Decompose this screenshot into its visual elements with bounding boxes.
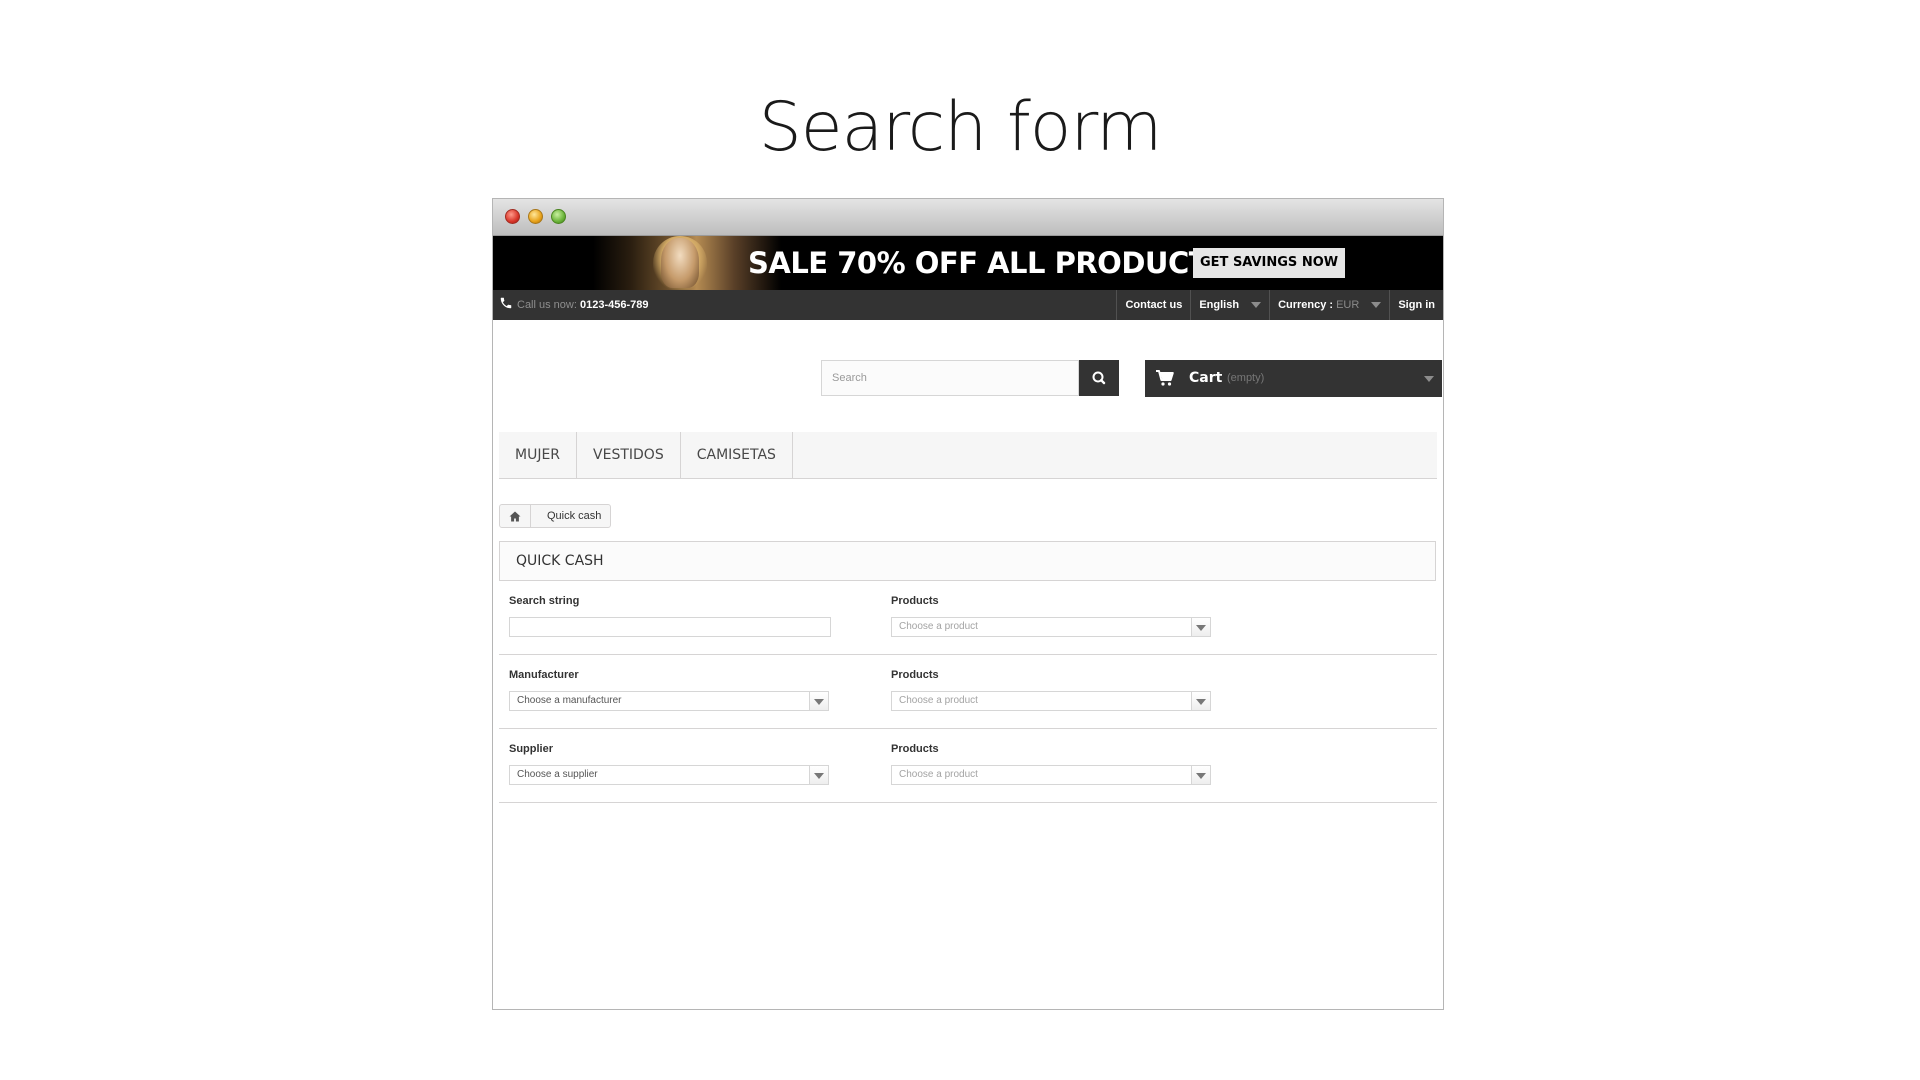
cart-icon — [1156, 370, 1174, 386]
chevron-down-icon — [1191, 766, 1210, 784]
products-select-value: Choose a product — [899, 621, 978, 632]
top-nav-bar: Call us now: 0123-456-789 Contact us Eng… — [493, 290, 1443, 320]
cart-label: Cart — [1189, 370, 1223, 386]
sign-in-label: Sign in — [1398, 299, 1435, 311]
menu-item-camisetas[interactable]: CAMISETAS — [681, 432, 793, 478]
chevron-down-icon — [1371, 302, 1382, 308]
main-menu: MUJER VESTIDOS CAMISETAS — [499, 432, 1437, 479]
home-icon — [509, 511, 521, 521]
banner-model-face — [661, 238, 699, 288]
breadcrumb-current: Quick cash — [547, 510, 602, 522]
search-string-label: Search string — [509, 595, 580, 607]
maximize-window-button[interactable] — [551, 209, 566, 224]
chevron-down-icon — [1251, 302, 1262, 308]
close-window-button[interactable] — [505, 209, 520, 224]
chevron-down-icon — [809, 766, 828, 784]
products-select-value: Choose a product — [899, 695, 978, 706]
get-savings-button[interactable]: GET SAVINGS NOW — [1193, 248, 1346, 278]
chevron-down-icon — [1424, 376, 1434, 382]
search-icon — [1092, 371, 1106, 385]
products-label: Products — [891, 743, 939, 755]
contact-us-link[interactable]: Contact us — [1116, 290, 1190, 320]
page-title: Search form — [758, 88, 1163, 167]
form-row: Search string Products Choose a product — [499, 581, 1437, 655]
chevron-down-icon — [809, 692, 828, 710]
products-select[interactable]: Choose a product — [891, 691, 1211, 711]
browser-window: SALE 70% OFF ALL PRODUCTS GET SAVINGS NO… — [492, 198, 1444, 1010]
menu-item-vestidos[interactable]: VESTIDOS — [577, 432, 681, 478]
menu-item-mujer[interactable]: MUJER — [499, 432, 578, 478]
breadcrumb-home[interactable] — [500, 505, 531, 527]
top-nav-links: Contact us English Currency : EUR Sign i… — [1116, 290, 1443, 320]
manufacturer-label: Manufacturer — [509, 669, 579, 681]
promo-banner[interactable]: SALE 70% OFF ALL PRODUCTS GET SAVINGS NO… — [493, 236, 1443, 290]
phone-number: 0123-456-789 — [579, 299, 649, 311]
supplier-label: Supplier — [509, 743, 554, 755]
manufacturer-select-value: Choose a manufacturer — [517, 695, 622, 706]
products-select[interactable]: Choose a product — [891, 617, 1211, 637]
search-input[interactable]: Search — [821, 360, 1079, 396]
cart-status: (empty) — [1227, 372, 1265, 384]
supplier-select[interactable]: Choose a supplier — [509, 765, 829, 785]
form-row: Supplier Choose a supplier Products Choo… — [499, 729, 1437, 803]
language-selector[interactable]: English — [1190, 290, 1269, 320]
call-us: Call us now: 0123-456-789 — [517, 299, 649, 311]
phone-icon — [500, 297, 512, 309]
breadcrumb: Quick cash — [499, 504, 612, 528]
panel-title: QUICK CASH — [499, 541, 1436, 581]
products-select[interactable]: Choose a product — [891, 765, 1211, 785]
products-label: Products — [891, 595, 939, 607]
cart-block[interactable]: Cart (empty) — [1145, 360, 1442, 397]
chevron-down-icon — [1191, 618, 1210, 636]
supplier-select-value: Choose a supplier — [517, 769, 598, 780]
call-us-label: Call us now: — [517, 299, 577, 311]
language-value: English — [1199, 299, 1240, 311]
manufacturer-select[interactable]: Choose a manufacturer — [509, 691, 829, 711]
form-row: Manufacturer Choose a manufacturer Produ… — [499, 655, 1437, 729]
store-header: Search Cart (empty) — [493, 320, 1443, 432]
products-select-value: Choose a product — [899, 769, 978, 780]
minimize-window-button[interactable] — [528, 209, 543, 224]
currency-selector[interactable]: Currency : EUR — [1269, 290, 1389, 320]
products-label: Products — [891, 669, 939, 681]
currency-value: EUR — [1336, 299, 1360, 311]
banner-headline: SALE 70% OFF ALL PRODUCTS — [748, 246, 1229, 280]
currency-label: Currency : — [1278, 299, 1334, 311]
chevron-down-icon — [1191, 692, 1210, 710]
search-button[interactable] — [1079, 360, 1119, 396]
sign-in-link[interactable]: Sign in — [1389, 290, 1443, 320]
window-titlebar — [493, 199, 1443, 236]
search-string-input[interactable] — [509, 617, 831, 637]
contact-us-label: Contact us — [1125, 299, 1183, 311]
